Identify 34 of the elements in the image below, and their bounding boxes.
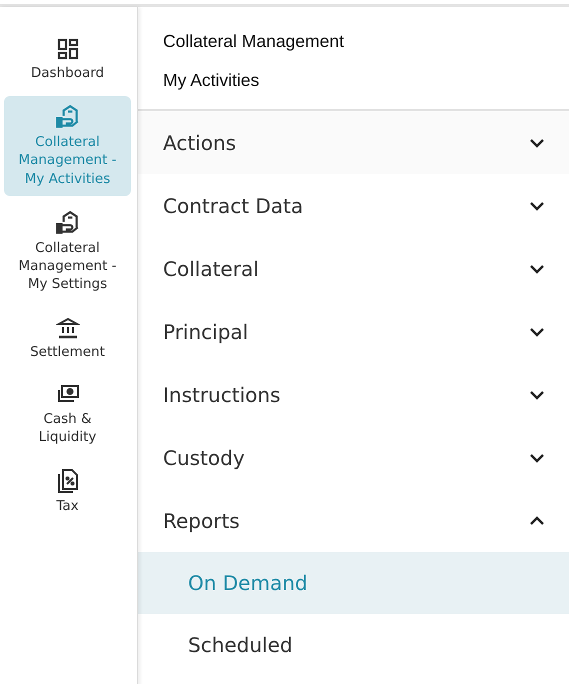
nav-label: Collateral Management - My Activities — [17, 133, 118, 188]
chevron-icon — [529, 390, 545, 400]
bank-icon — [56, 316, 80, 340]
accordion-header[interactable]: Reports — [138, 489, 569, 552]
nav-item[interactable]: Settlement — [4, 308, 131, 369]
submenu-item[interactable]: Scheduled — [138, 614, 569, 676]
page-subtitle: My Activities — [163, 70, 260, 91]
chevron-icon — [529, 264, 545, 274]
nav-label: Collateral Management - My Settings — [17, 238, 118, 294]
nav-label: Cash & Liquidity — [38, 410, 98, 446]
chevron-icon — [529, 516, 545, 526]
accordion-header[interactable]: Instructions — [138, 363, 569, 426]
dashboard-icon — [56, 37, 80, 61]
nav-label: Tax — [55, 497, 80, 516]
hand-house-icon — [54, 104, 80, 130]
accordion-header[interactable]: Actions — [138, 111, 569, 174]
accordion-header[interactable]: Collateral — [138, 237, 569, 300]
chevron-icon — [529, 452, 545, 462]
accordion-header[interactable]: Principal — [138, 300, 569, 363]
nav-item[interactable]: Cash & Liquidity — [4, 374, 131, 454]
accordion-header[interactable]: Contract Data — [138, 174, 569, 237]
nav-item[interactable]: Tax — [4, 460, 131, 524]
page-title: Collateral Management — [163, 31, 345, 52]
tax-document-icon — [56, 468, 80, 494]
submenu-item[interactable]: On Demand — [138, 552, 569, 614]
hand-house-icon — [54, 210, 80, 236]
nav-item[interactable]: Collateral Management - My Settings — [4, 202, 131, 302]
nav-label: Settlement — [29, 342, 106, 361]
chevron-icon — [529, 326, 545, 336]
nav-label: Dashboard — [30, 64, 106, 82]
chevron-icon — [529, 138, 545, 148]
accordion-header[interactable]: Custody — [138, 426, 569, 489]
nav-item[interactable]: Dashboard — [4, 29, 131, 90]
chevron-icon — [529, 200, 545, 210]
